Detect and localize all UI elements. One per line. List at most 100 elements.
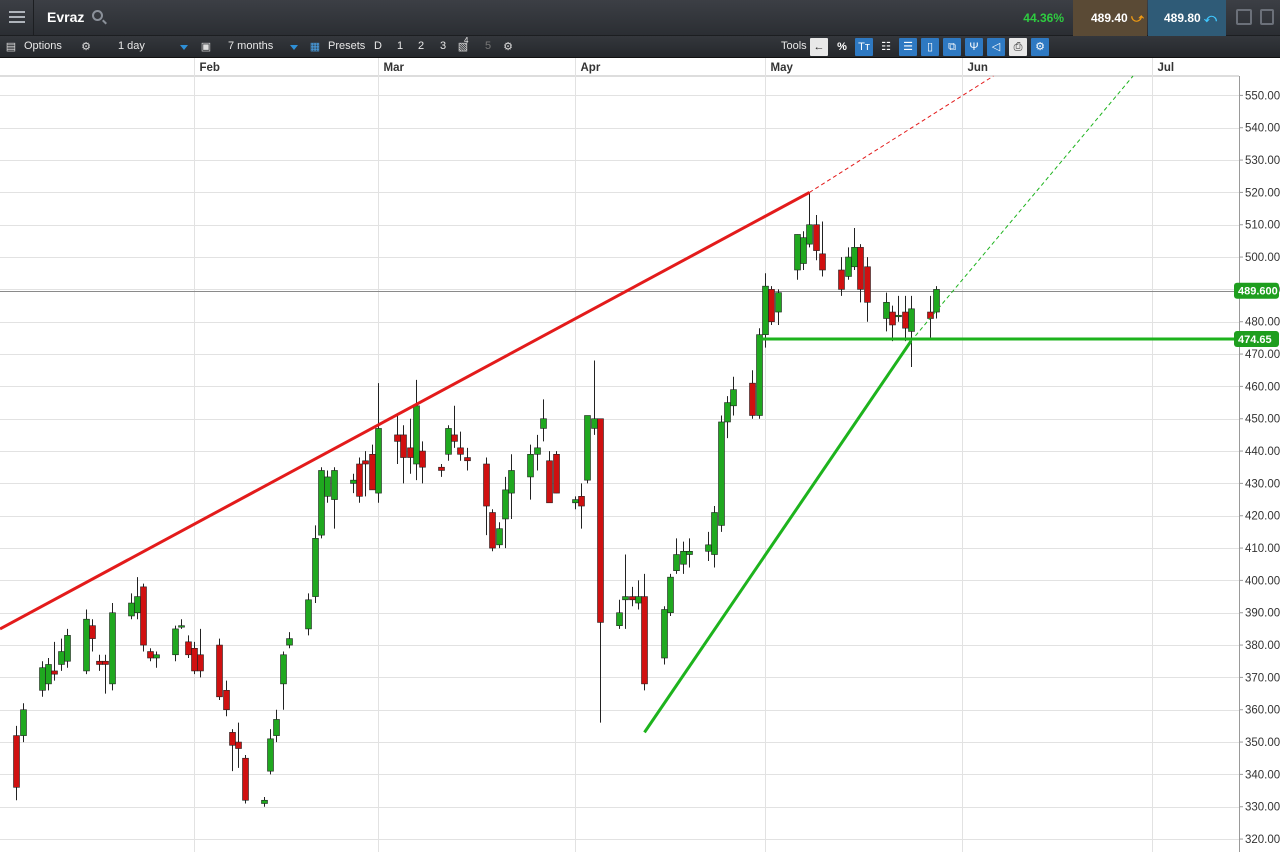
candle-body bbox=[857, 247, 864, 290]
candle bbox=[489, 509, 496, 552]
candle-body bbox=[438, 466, 445, 471]
candle bbox=[109, 603, 116, 691]
candle-body bbox=[489, 512, 496, 549]
y-tick-label: 450.00 bbox=[1245, 414, 1280, 426]
candle bbox=[83, 609, 90, 675]
top-bar: Evraz 44.36% 489.40 ⤻ 489.80 ⤺ bbox=[0, 0, 1280, 36]
hamburger-menu-icon[interactable] bbox=[0, 0, 34, 36]
candle-body bbox=[635, 596, 642, 604]
candle-body bbox=[730, 389, 737, 407]
range-dropdown[interactable]: 7 months bbox=[228, 39, 298, 55]
percent-button[interactable]: % bbox=[833, 38, 851, 56]
back-arrow-icon[interactable]: ← bbox=[810, 38, 828, 56]
candle-body bbox=[813, 224, 820, 251]
candle-icon[interactable]: ▯ bbox=[921, 38, 939, 56]
settings-gear-icon[interactable]: ⚙ bbox=[78, 39, 94, 55]
presets-label: Presets bbox=[328, 40, 366, 52]
candle bbox=[356, 457, 363, 503]
preset-3-button[interactable]: 3 bbox=[440, 36, 446, 58]
candle-body bbox=[51, 670, 58, 675]
candle-body bbox=[419, 450, 426, 468]
candle-body bbox=[305, 599, 312, 630]
candle-body bbox=[800, 237, 807, 264]
y-tick-label: 360.00 bbox=[1245, 705, 1280, 717]
candle bbox=[768, 286, 775, 325]
y-tick-label: 350.00 bbox=[1245, 737, 1280, 749]
preset-1-button[interactable]: 1 bbox=[397, 36, 403, 58]
print-icon[interactable]: ⎙ bbox=[1009, 38, 1027, 56]
candle-body bbox=[242, 757, 249, 801]
candle-body bbox=[686, 550, 693, 555]
candle-body bbox=[534, 447, 541, 455]
candle-body bbox=[445, 428, 452, 455]
candle-body bbox=[324, 476, 331, 497]
candle-body bbox=[64, 635, 71, 662]
month-label: Jun bbox=[968, 62, 988, 74]
y-tick-label: 390.00 bbox=[1245, 608, 1280, 620]
search-icon[interactable] bbox=[92, 10, 103, 21]
sell-price-button[interactable]: 489.40 ⤻ bbox=[1073, 0, 1147, 36]
pitchfork-icon[interactable]: Ψ bbox=[965, 38, 983, 56]
crosshair-icon[interactable]: ☷ bbox=[877, 38, 895, 56]
preset-2-button[interactable]: 2 bbox=[418, 36, 424, 58]
candle-body bbox=[128, 602, 135, 617]
interval-dropdown[interactable]: 1 day bbox=[118, 39, 188, 55]
candle bbox=[242, 755, 249, 804]
candle-body bbox=[147, 651, 154, 659]
y-tick-label: 340.00 bbox=[1245, 769, 1280, 781]
chart-background bbox=[0, 58, 1280, 852]
price-axis: 550.00540.00530.00520.00510.00500.00490.… bbox=[1239, 76, 1280, 852]
candle-body bbox=[806, 224, 813, 245]
candle-body bbox=[724, 402, 731, 423]
chart-toolbar: ▤ Options ⚙ 1 day ▣ 7 months ▦ Presets D… bbox=[0, 36, 1280, 58]
candle-body bbox=[229, 732, 236, 746]
preset-d-button[interactable]: D bbox=[374, 36, 382, 58]
candle-body bbox=[362, 460, 369, 465]
layers-icon[interactable]: ⧉ bbox=[943, 38, 961, 56]
candle-body bbox=[705, 544, 712, 552]
buy-price-button[interactable]: 489.80 ⤺ bbox=[1148, 0, 1226, 36]
settings-tools-icon[interactable]: ⚙ bbox=[1031, 38, 1049, 56]
candle-body bbox=[356, 463, 363, 497]
candle-body bbox=[350, 479, 357, 484]
last-price-tag: 489.600 bbox=[1238, 286, 1278, 298]
candle-body bbox=[553, 453, 560, 494]
candle-body bbox=[591, 418, 598, 429]
detach-window-icon[interactable] bbox=[1260, 9, 1274, 25]
instrument-name[interactable]: Evraz bbox=[47, 9, 84, 25]
options-button[interactable]: Options bbox=[24, 36, 62, 58]
text-tool-button[interactable]: Tт bbox=[855, 38, 873, 56]
candle-body bbox=[45, 664, 52, 685]
candle bbox=[553, 451, 560, 494]
candle-body bbox=[864, 266, 871, 303]
candle-body bbox=[673, 554, 680, 571]
y-tick-label: 370.00 bbox=[1245, 672, 1280, 684]
month-label: Jul bbox=[1158, 62, 1175, 74]
candle-body bbox=[483, 463, 490, 507]
candle-body bbox=[172, 628, 179, 656]
candle-body bbox=[235, 741, 242, 749]
candle-body bbox=[261, 799, 268, 804]
candle-body bbox=[622, 596, 629, 601]
candlestick-chart[interactable]: Feb Mar Apr May Jun Jul 550.00 540.00 530.00 520… bbox=[0, 58, 1280, 852]
preset-4-sup[interactable]: 4 bbox=[464, 30, 468, 52]
calendar-icon[interactable]: ▦ bbox=[307, 39, 323, 55]
preset-settings-icon[interactable]: ⚙ bbox=[500, 39, 516, 55]
save-icon[interactable]: ▧ bbox=[455, 39, 471, 55]
candle-body bbox=[223, 690, 230, 711]
lock-icon[interactable]: ▣ bbox=[198, 39, 214, 55]
preset-5-button[interactable]: 5 bbox=[485, 36, 491, 58]
candle-body bbox=[369, 453, 376, 491]
candle bbox=[318, 467, 325, 539]
candle-body bbox=[546, 460, 553, 504]
candle-body bbox=[267, 738, 274, 772]
sidebar-icon[interactable]: ▤ bbox=[3, 39, 19, 55]
fibonacci-icon[interactable]: ☰ bbox=[899, 38, 917, 56]
month-label: Apr bbox=[581, 62, 601, 74]
candle-body bbox=[667, 576, 674, 614]
candle-body bbox=[457, 447, 464, 455]
restore-window-icon[interactable] bbox=[1236, 9, 1252, 25]
candle-body bbox=[540, 418, 547, 429]
label-tag-icon[interactable]: ◁ bbox=[987, 38, 1005, 56]
candle-body bbox=[902, 311, 909, 329]
